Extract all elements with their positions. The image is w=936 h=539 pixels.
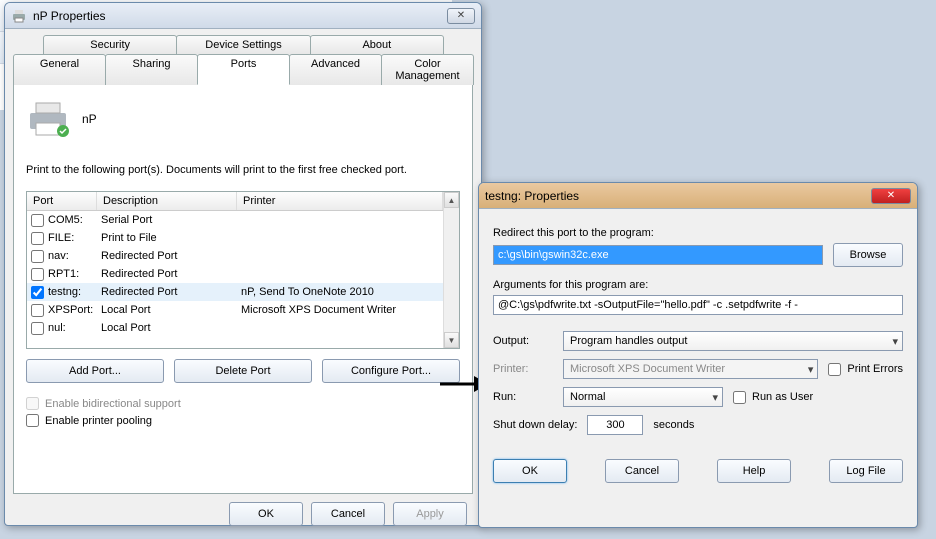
configure-port-button[interactable]: Configure Port...	[322, 359, 460, 383]
tab-general[interactable]: General	[13, 54, 106, 85]
output-combo[interactable]: Program handles output	[563, 331, 903, 351]
ports-tab-panel: nP Print to the following port(s). Docum…	[13, 84, 473, 494]
arguments-label: Arguments for this program are:	[493, 279, 903, 291]
close-button[interactable]: ✕	[871, 188, 911, 204]
port-row[interactable]: COM5: Serial Port	[27, 211, 443, 229]
port-name: XPSPort:	[48, 304, 93, 316]
printer-pooling-checkbox-row[interactable]: Enable printer pooling	[26, 414, 460, 427]
printer-large-icon	[26, 101, 70, 137]
tab-advanced[interactable]: Advanced	[289, 54, 382, 85]
port-row[interactable]: RPT1: Redirected Port	[27, 265, 443, 283]
printer-icon	[11, 8, 27, 24]
port-description: Redirected Port	[101, 268, 241, 280]
add-port-button[interactable]: Add Port...	[26, 359, 164, 383]
port-row[interactable]: nav: Redirected Port	[27, 247, 443, 265]
port-description: Print to File	[101, 232, 241, 244]
cancel-button[interactable]: Cancel	[311, 502, 385, 526]
print-errors-row[interactable]: Print Errors	[828, 363, 903, 376]
ok-button[interactable]: OK	[493, 459, 567, 483]
tab-ports[interactable]: Ports	[197, 54, 290, 85]
cancel-button[interactable]: Cancel	[605, 459, 679, 483]
program-path-input[interactable]	[493, 245, 823, 265]
seconds-label: seconds	[653, 419, 694, 431]
ports-description: Print to the following port(s). Document…	[26, 163, 460, 177]
port-name: FILE:	[48, 232, 74, 244]
port-printer: Microsoft XPS Document Writer	[241, 304, 439, 316]
port-properties-dialog: testng: Properties ✕ Redirect this port …	[478, 182, 918, 528]
port-description: Local Port	[101, 322, 241, 334]
port-row[interactable]: FILE: Print to File	[27, 229, 443, 247]
shutdown-delay-label: Shut down delay:	[493, 419, 577, 431]
tab-sharing[interactable]: Sharing	[105, 54, 198, 85]
run-as-user-checkbox[interactable]	[733, 391, 746, 404]
ok-button[interactable]: OK	[229, 502, 303, 526]
arguments-input[interactable]	[493, 295, 903, 315]
port-printer: nP, Send To OneNote 2010	[241, 286, 439, 298]
port-description: Redirected Port	[101, 286, 241, 298]
port-description: Serial Port	[101, 214, 241, 226]
dialog-title: testng: Properties	[485, 189, 871, 203]
col-printer[interactable]: Printer	[237, 192, 443, 210]
print-errors-label: Print Errors	[847, 363, 903, 375]
delete-port-button[interactable]: Delete Port	[174, 359, 312, 383]
port-name: RPT1:	[48, 268, 79, 280]
tab-device-settings[interactable]: Device Settings	[176, 35, 310, 54]
port-checkbox[interactable]	[31, 304, 44, 317]
run-label: Run:	[493, 391, 553, 403]
bidirectional-checkbox	[26, 397, 39, 410]
output-label: Output:	[493, 335, 553, 347]
close-button[interactable]: ✕	[447, 8, 475, 24]
col-port[interactable]: Port	[27, 192, 97, 210]
run-as-user-row[interactable]: Run as User	[733, 391, 813, 404]
print-errors-checkbox[interactable]	[828, 363, 841, 376]
bidirectional-label: Enable bidirectional support	[45, 398, 181, 410]
port-row[interactable]: nul: Local Port	[27, 319, 443, 337]
printer-pooling-checkbox[interactable]	[26, 414, 39, 427]
shutdown-delay-input[interactable]	[587, 415, 643, 435]
tab-about[interactable]: About	[310, 35, 444, 54]
scroll-down-button[interactable]: ▼	[444, 332, 459, 348]
run-as-user-label: Run as User	[752, 391, 813, 403]
port-description: Local Port	[101, 304, 241, 316]
log-file-button[interactable]: Log File	[829, 459, 903, 483]
port-name: nav:	[48, 250, 69, 262]
redirect-label: Redirect this port to the program:	[493, 227, 903, 239]
port-checkbox[interactable]	[31, 214, 44, 227]
port-checkbox[interactable]	[31, 250, 44, 263]
dialog-title: nP Properties	[33, 9, 447, 23]
vertical-scrollbar[interactable]: ▲ ▼	[443, 192, 459, 348]
printer-pooling-label: Enable printer pooling	[45, 415, 152, 427]
ports-listview[interactable]: Port Description Printer COM5: Serial Por…	[26, 191, 460, 349]
help-button[interactable]: Help	[717, 459, 791, 483]
titlebar[interactable]: nP Properties ✕	[5, 3, 481, 29]
printer-name-label: nP	[82, 112, 97, 126]
tab-control: Security Device Settings About General S…	[13, 35, 473, 494]
printer-combo: Microsoft XPS Document Writer	[563, 359, 818, 379]
port-checkbox[interactable]	[31, 286, 44, 299]
port-checkbox[interactable]	[31, 232, 44, 245]
bidirectional-checkbox-row: Enable bidirectional support	[26, 397, 460, 410]
tab-security[interactable]: Security	[43, 35, 177, 54]
port-name: testng:	[48, 286, 81, 298]
port-row[interactable]: XPSPort: Local PortMicrosoft XPS Document…	[27, 301, 443, 319]
listview-header: Port Description Printer	[27, 192, 443, 211]
run-combo[interactable]: Normal	[563, 387, 723, 407]
port-checkbox[interactable]	[31, 322, 44, 335]
titlebar[interactable]: testng: Properties ✕	[479, 183, 917, 209]
port-name: COM5:	[48, 214, 83, 226]
port-checkbox[interactable]	[31, 268, 44, 281]
printer-properties-dialog: nP Properties ✕ Security Device Settings…	[4, 2, 482, 526]
dialog-button-row: OK Cancel Apply	[5, 494, 481, 534]
tab-color-management[interactable]: Color Management	[381, 54, 474, 85]
scroll-up-button[interactable]: ▲	[444, 192, 459, 208]
port-description: Redirected Port	[101, 250, 241, 262]
col-description[interactable]: Description	[97, 192, 237, 210]
printer-label: Printer:	[493, 363, 553, 375]
port-name: nul:	[48, 322, 66, 334]
apply-button: Apply	[393, 502, 467, 526]
port-row[interactable]: testng: Redirected PortnP, Send To OneNot…	[27, 283, 443, 301]
browse-button[interactable]: Browse	[833, 243, 903, 267]
